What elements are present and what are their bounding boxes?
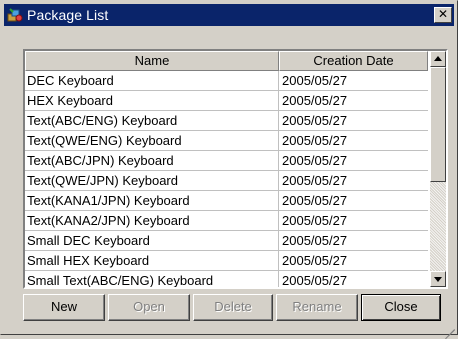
scrollbar-thumb[interactable]	[430, 67, 446, 182]
package-name: DEC Keyboard	[25, 71, 279, 91]
list-item[interactable]: HEX Keyboard 2005/05/27	[25, 91, 428, 111]
package-name: Text(QWE/JPN) Keyboard	[25, 171, 279, 191]
creation-date: 2005/05/27	[279, 271, 428, 287]
close-icon: ✕	[437, 7, 449, 21]
arrow-down-icon	[434, 277, 442, 282]
list-item[interactable]: Text(ABC/JPN) Keyboard 2005/05/27	[25, 151, 428, 171]
column-header-creation-date[interactable]: Creation Date	[279, 51, 428, 71]
package-name: HEX Keyboard	[25, 91, 279, 111]
package-name: Small Text(ABC/ENG) Keyboard	[25, 271, 279, 287]
package-name: Text(QWE/ENG) Keyboard	[25, 131, 279, 151]
creation-date: 2005/05/27	[279, 151, 428, 171]
creation-date: 2005/05/27	[279, 171, 428, 191]
creation-date: 2005/05/27	[279, 191, 428, 211]
package-list[interactable]: Name Creation Date DEC Keyboard 2005/05/2…	[23, 49, 448, 289]
list-item[interactable]: DEC Keyboard 2005/05/27	[25, 71, 428, 91]
list-header: Name Creation Date	[25, 51, 428, 71]
resize-grip-icon[interactable]	[443, 320, 455, 339]
package-name: Small DEC Keyboard	[25, 231, 279, 251]
list-item[interactable]: Text(KANA1/JPN) Keyboard 2005/05/27	[25, 191, 428, 211]
list-item[interactable]: Small Text(ABC/ENG) Keyboard 2005/05/27	[25, 271, 428, 287]
window-title: Package List	[27, 7, 109, 23]
creation-date: 2005/05/27	[279, 251, 428, 271]
rename-button[interactable]: Rename	[276, 294, 358, 321]
delete-button[interactable]: Delete	[193, 294, 273, 321]
package-name: Text(ABC/ENG) Keyboard	[25, 111, 279, 131]
creation-date: 2005/05/27	[279, 231, 428, 251]
package-list-table: Name Creation Date DEC Keyboard 2005/05/2…	[25, 51, 428, 287]
list-item[interactable]: Text(ABC/ENG) Keyboard 2005/05/27	[25, 111, 428, 131]
package-icon	[7, 7, 23, 23]
list-item[interactable]: Small DEC Keyboard 2005/05/27	[25, 231, 428, 251]
package-name: Small HEX Keyboard	[25, 251, 279, 271]
creation-date: 2005/05/27	[279, 211, 428, 231]
list-item[interactable]: Text(KANA2/JPN) Keyboard 2005/05/27	[25, 211, 428, 231]
list-item[interactable]: Text(QWE/JPN) Keyboard 2005/05/27	[25, 171, 428, 191]
package-name: Text(ABC/JPN) Keyboard	[25, 151, 279, 171]
scroll-down-button[interactable]	[430, 271, 446, 287]
column-header-name[interactable]: Name	[25, 51, 279, 71]
creation-date: 2005/05/27	[279, 111, 428, 131]
list-item[interactable]: Small HEX Keyboard 2005/05/27	[25, 251, 428, 271]
package-name: Text(KANA2/JPN) Keyboard	[25, 211, 279, 231]
list-item[interactable]: Text(QWE/ENG) Keyboard 2005/05/27	[25, 131, 428, 151]
arrow-up-icon	[434, 56, 442, 61]
package-name: Text(KANA1/JPN) Keyboard	[25, 191, 279, 211]
open-button[interactable]: Open	[108, 294, 190, 321]
close-window-button[interactable]: ✕	[434, 7, 452, 23]
close-button[interactable]: Close	[361, 294, 441, 321]
creation-date: 2005/05/27	[279, 91, 428, 111]
scroll-up-button[interactable]	[430, 51, 446, 67]
title-bar[interactable]: Package List ✕	[4, 4, 454, 26]
new-button[interactable]: New	[23, 294, 105, 321]
creation-date: 2005/05/27	[279, 71, 428, 91]
list-rows: DEC Keyboard 2005/05/27 HEX Keyboard 2005/0…	[25, 71, 428, 287]
button-bar: New Open Delete Rename Close	[23, 294, 441, 322]
package-list-window: Package List ✕ Name Creation Date DEC Ke…	[0, 0, 458, 339]
creation-date: 2005/05/27	[279, 131, 428, 151]
vertical-scrollbar[interactable]	[430, 51, 446, 287]
